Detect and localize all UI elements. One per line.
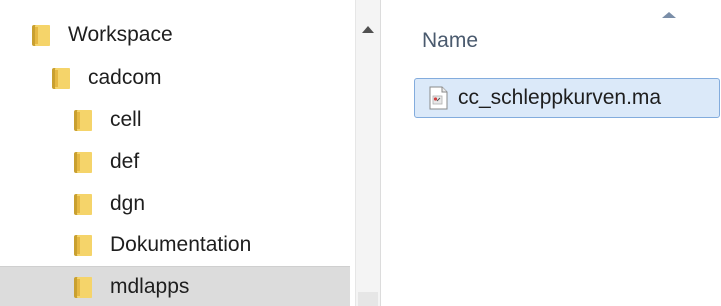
- tree-item-label: def: [110, 150, 140, 173]
- folder-icon: [74, 235, 92, 256]
- folder-icon: [74, 194, 92, 215]
- sort-ascending-icon: [662, 12, 676, 18]
- tree-item-label: cell: [110, 108, 142, 131]
- scrollbar-thumb[interactable]: [358, 292, 378, 306]
- tree-item-dgn[interactable]: dgn: [72, 184, 350, 224]
- folder-icon: [74, 152, 92, 173]
- folder-icon: [74, 276, 92, 298]
- tree-item-dokumentation[interactable]: Dokumentation: [72, 225, 350, 265]
- navigation-pane: Workspace cadcom cell def dgn Dokumentat…: [0, 0, 355, 306]
- tree-item-label: dgn: [110, 192, 146, 215]
- explorer-window: Workspace cadcom cell def dgn Dokumentat…: [0, 0, 721, 306]
- file-item[interactable]: cc_schleppkurven.ma: [414, 78, 720, 118]
- file-list-pane: Name cc_schleppkurven.ma: [381, 0, 721, 306]
- folder-icon: [32, 25, 50, 46]
- tree-item-label: Workspace: [68, 23, 173, 46]
- tree-item-label: Dokumentation: [110, 233, 252, 256]
- tree-item-cell[interactable]: cell: [72, 100, 350, 140]
- navigation-scrollbar[interactable]: [355, 0, 381, 306]
- script-file-icon: [429, 86, 448, 110]
- tree-item-cadcom[interactable]: cadcom: [50, 58, 350, 98]
- name-column-header[interactable]: Name: [381, 0, 721, 62]
- tree-item-label: cadcom: [88, 66, 162, 89]
- tree-item-workspace[interactable]: Workspace: [30, 15, 350, 55]
- scroll-up-arrow-icon[interactable]: [362, 26, 374, 33]
- tree-item-def[interactable]: def: [72, 142, 350, 182]
- file-name: cc_schleppkurven.ma: [458, 86, 662, 109]
- tree-item-mdlapps[interactable]: mdlapps: [0, 266, 350, 306]
- folder-icon: [52, 68, 70, 89]
- column-header-label: Name: [422, 29, 479, 52]
- folder-icon: [74, 110, 92, 131]
- tree-item-label: mdlapps: [110, 274, 190, 298]
